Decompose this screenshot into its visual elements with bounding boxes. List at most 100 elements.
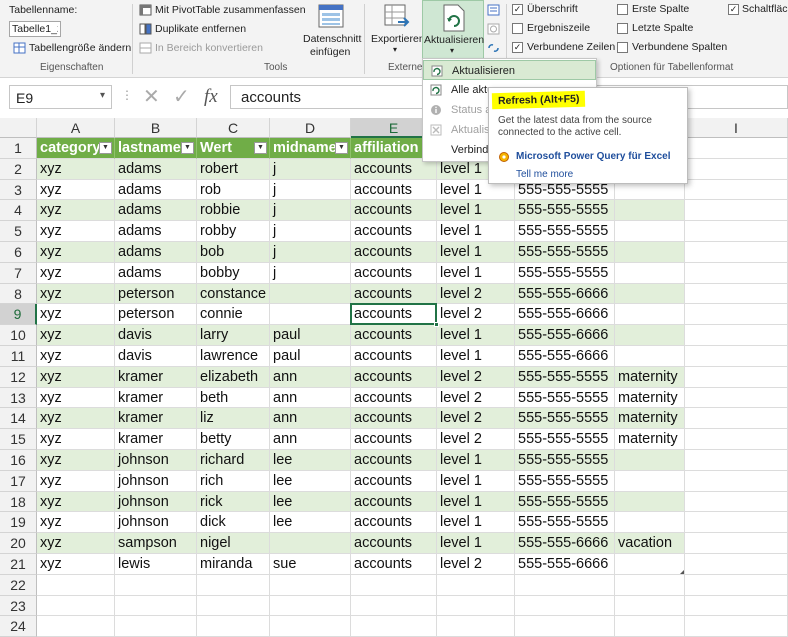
table-cell[interactable]: level 1: [437, 346, 515, 367]
remove-duplicates-button[interactable]: Duplikate entfernen: [155, 23, 246, 35]
table-cell[interactable]: [615, 304, 685, 326]
table-cell[interactable]: maternity: [615, 429, 685, 450]
table-cell[interactable]: davis: [115, 325, 197, 346]
table-cell[interactable]: j: [270, 262, 351, 284]
table-cell[interactable]: nigel: [197, 533, 270, 554]
table-header-cell[interactable]: Wert ▼: [197, 138, 270, 159]
table-cell[interactable]: [615, 554, 685, 575]
empty-cell[interactable]: [685, 179, 788, 201]
table-cell[interactable]: larry: [197, 325, 270, 346]
table-cell[interactable]: accounts: [351, 304, 437, 326]
table-cell[interactable]: accounts: [351, 242, 437, 263]
table-cell[interactable]: j: [270, 200, 351, 222]
table-cell[interactable]: vacation: [615, 533, 685, 554]
table-cell[interactable]: adams: [115, 242, 197, 263]
table-cell[interactable]: accounts: [351, 325, 437, 346]
table-cell[interactable]: accounts: [351, 512, 437, 534]
table-cell[interactable]: peterson: [115, 283, 197, 305]
table-cell[interactable]: 555-555-5555: [515, 450, 615, 471]
column-header[interactable]: D: [270, 118, 351, 138]
menu-item-refresh[interactable]: Aktualisieren: [423, 60, 596, 80]
table-cell[interactable]: paul: [270, 346, 351, 367]
pivot-summarize-button[interactable]: Mit PivotTable zusammenfassen: [155, 4, 306, 16]
empty-cell[interactable]: [270, 616, 351, 637]
row-header[interactable]: 3: [0, 179, 37, 201]
row-header[interactable]: 4: [0, 200, 37, 222]
table-cell[interactable]: level 2: [437, 304, 515, 326]
table-cell[interactable]: xyz: [37, 262, 115, 284]
table-cell[interactable]: kramer: [115, 366, 197, 388]
tell-me-more-link[interactable]: Tell me more: [516, 169, 573, 180]
table-cell[interactable]: sue: [270, 554, 351, 575]
total-row-checkbox[interactable]: [512, 23, 523, 34]
table-cell[interactable]: xyz: [37, 512, 115, 534]
table-cell[interactable]: adams: [115, 262, 197, 284]
empty-cell[interactable]: [685, 574, 788, 596]
table-cell[interactable]: level 1: [437, 450, 515, 471]
table-cell[interactable]: level 1: [437, 325, 515, 346]
empty-cell[interactable]: [685, 408, 788, 430]
filter-dropdown-icon[interactable]: ▼: [335, 142, 348, 154]
table-cell[interactable]: accounts: [351, 429, 437, 450]
table-cell[interactable]: johnson: [115, 470, 197, 492]
row-header[interactable]: 22: [0, 574, 37, 596]
row-header[interactable]: 5: [0, 221, 37, 242]
empty-cell[interactable]: [197, 595, 270, 617]
empty-cell[interactable]: [615, 574, 685, 596]
table-cell[interactable]: 555-555-5555: [515, 429, 615, 450]
row-header[interactable]: 13: [0, 387, 37, 409]
empty-cell[interactable]: [685, 283, 788, 305]
table-cell[interactable]: level 2: [437, 554, 515, 575]
table-cell[interactable]: davis: [115, 346, 197, 367]
row-header[interactable]: 9: [0, 304, 37, 326]
row-header[interactable]: 21: [0, 554, 37, 575]
table-cell[interactable]: xyz: [37, 450, 115, 471]
refresh-button[interactable]: Aktualisieren ▾: [422, 0, 484, 59]
empty-cell[interactable]: [197, 574, 270, 596]
empty-cell[interactable]: [115, 595, 197, 617]
table-cell[interactable]: 555-555-5555: [515, 408, 615, 430]
filter-dropdown-icon[interactable]: ▼: [254, 142, 267, 154]
table-cell[interactable]: bobby: [197, 262, 270, 284]
table-cell[interactable]: xyz: [37, 158, 115, 180]
table-cell[interactable]: adams: [115, 158, 197, 180]
row-header[interactable]: 8: [0, 283, 37, 305]
empty-cell[interactable]: [685, 304, 788, 326]
empty-cell[interactable]: [685, 533, 788, 554]
empty-cell[interactable]: [515, 574, 615, 596]
table-cell[interactable]: accounts: [351, 387, 437, 409]
table-cell[interactable]: level 1: [437, 470, 515, 492]
table-cell[interactable]: [615, 262, 685, 284]
table-cell[interactable]: 555-555-6666: [515, 283, 615, 305]
table-cell[interactable]: xyz: [37, 408, 115, 430]
table-cell[interactable]: 555-555-5555: [515, 491, 615, 513]
empty-cell[interactable]: [685, 325, 788, 346]
row-header[interactable]: 14: [0, 408, 37, 430]
table-cell[interactable]: xyz: [37, 179, 115, 201]
table-cell[interactable]: 555-555-6666: [515, 346, 615, 367]
table-cell[interactable]: 555-555-5555: [515, 221, 615, 242]
table-cell[interactable]: ann: [270, 366, 351, 388]
empty-cell[interactable]: [351, 574, 437, 596]
table-cell[interactable]: [615, 470, 685, 492]
table-cell[interactable]: level 1: [437, 242, 515, 263]
table-cell[interactable]: rich: [197, 470, 270, 492]
empty-cell[interactable]: [685, 616, 788, 637]
table-cell[interactable]: xyz: [37, 283, 115, 305]
table-cell[interactable]: johnson: [115, 491, 197, 513]
empty-cell[interactable]: [615, 616, 685, 637]
table-cell[interactable]: accounts: [351, 408, 437, 430]
table-cell[interactable]: xyz: [37, 387, 115, 409]
table-cell[interactable]: level 1: [437, 200, 515, 222]
table-header-cell[interactable]: category ▼: [37, 138, 115, 159]
empty-cell[interactable]: [685, 554, 788, 575]
empty-cell[interactable]: [115, 616, 197, 637]
table-cell[interactable]: 555-555-6666: [515, 304, 615, 326]
table-cell[interactable]: 555-555-5555: [515, 387, 615, 409]
table-cell[interactable]: xyz: [37, 304, 115, 326]
table-cell[interactable]: lee: [270, 450, 351, 471]
table-cell[interactable]: accounts: [351, 554, 437, 575]
banded-columns-checkbox[interactable]: [617, 42, 628, 53]
empty-cell[interactable]: [270, 595, 351, 617]
table-cell[interactable]: accounts: [351, 491, 437, 513]
